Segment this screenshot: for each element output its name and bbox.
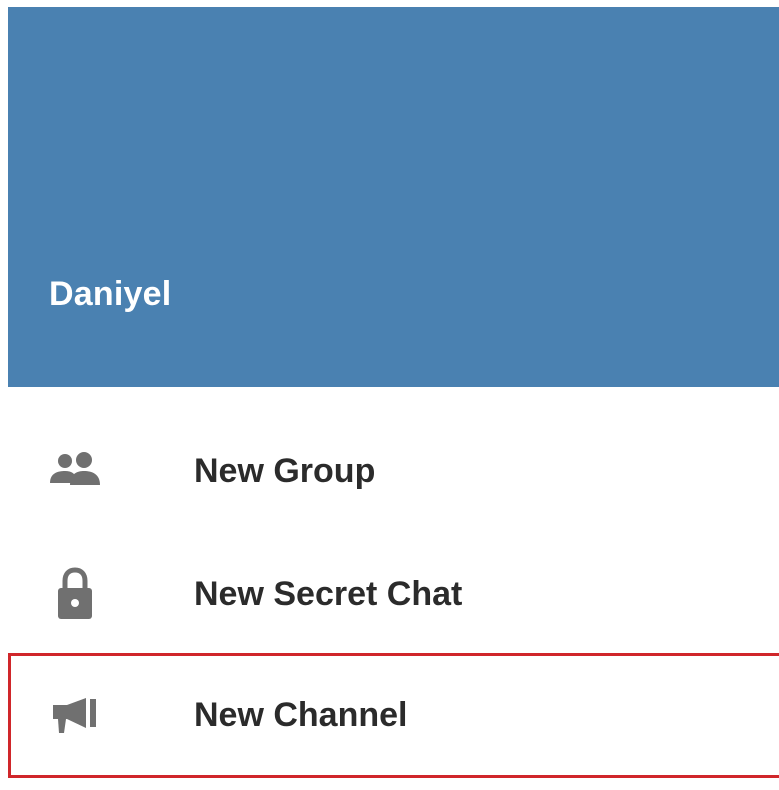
drawer-menu: New Group New Secret Chat New Channel [8, 387, 779, 790]
menu-item-new-channel[interactable]: New Channel [8, 653, 779, 778]
menu-item-new-group[interactable]: New Group [8, 411, 779, 531]
user-name[interactable]: Daniyel [49, 275, 171, 314]
drawer-header: Daniyel [8, 7, 779, 387]
menu-item-label: New Group [194, 451, 376, 490]
menu-item-label: New Secret Chat [194, 574, 463, 613]
group-icon [48, 444, 102, 498]
navigation-drawer: Daniyel New Group New Secret Chat New Ch… [0, 0, 779, 790]
lock-icon [48, 567, 102, 621]
menu-item-new-secret-chat[interactable]: New Secret Chat [8, 534, 779, 654]
menu-item-label: New Channel [194, 696, 408, 734]
megaphone-icon [48, 689, 102, 743]
